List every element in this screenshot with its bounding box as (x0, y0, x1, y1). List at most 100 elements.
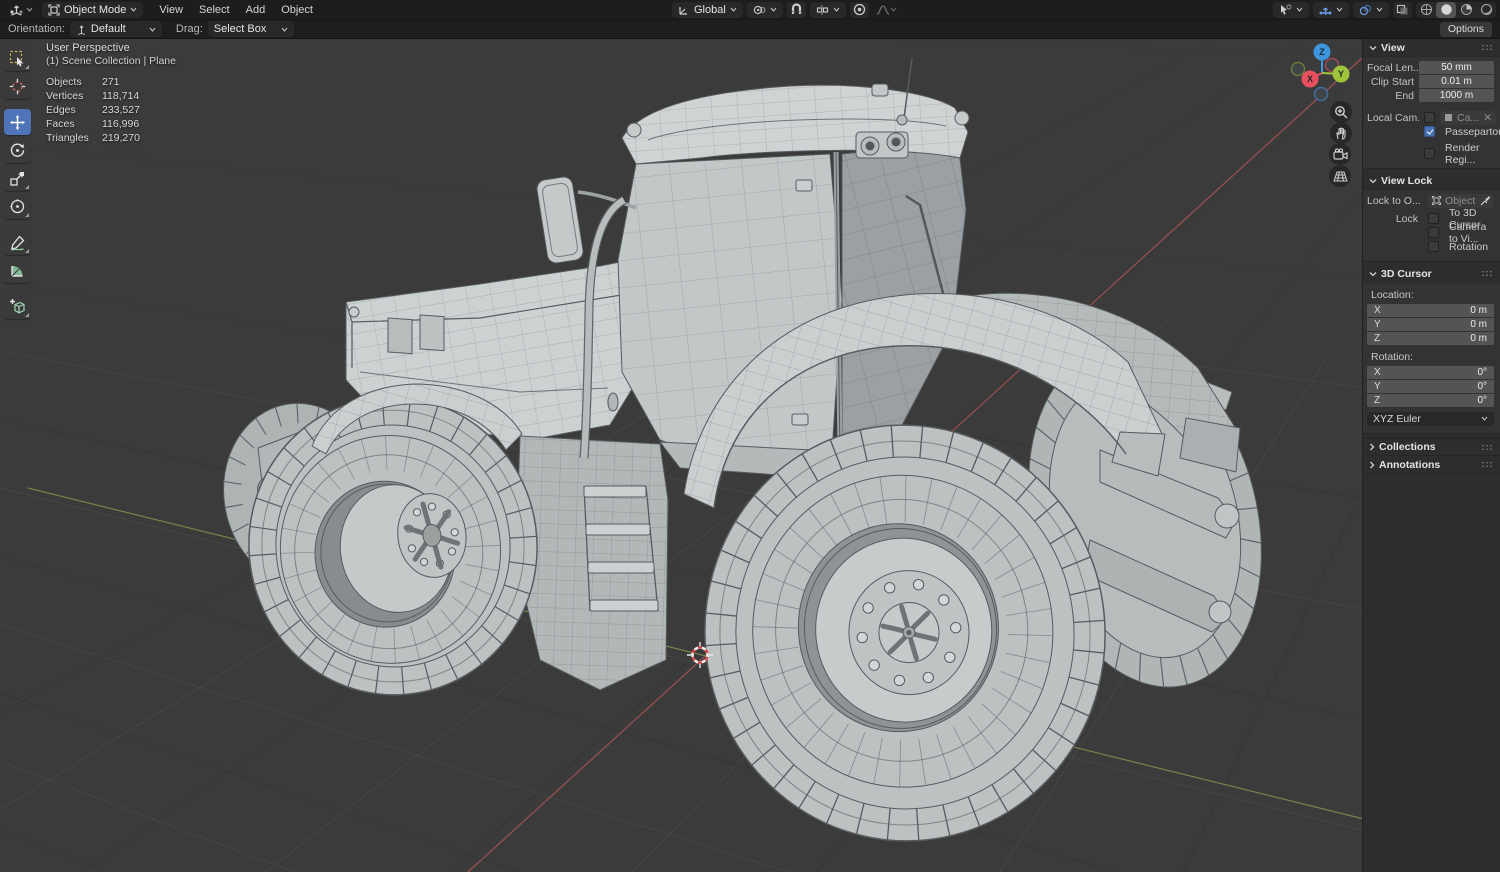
panel-header-view-lock[interactable]: View Lock (1363, 172, 1500, 189)
lock-rotation-checkbox[interactable] (1428, 241, 1439, 252)
menu-object[interactable]: Object (273, 0, 321, 20)
tool-rotate[interactable] (4, 137, 31, 163)
navigation-gizmo[interactable]: Z X Y (1290, 40, 1358, 106)
material-preview-icon (1460, 4, 1472, 15)
cursor-location-z[interactable]: Z0 m (1367, 332, 1494, 345)
tool-shelf (4, 45, 31, 319)
clip-start-field[interactable]: 0.01 m (1419, 75, 1494, 88)
local-camera-label: Local Cam... (1367, 111, 1419, 124)
cursor-rotation-y[interactable]: Y 0° (1367, 380, 1494, 393)
pan-button[interactable] (1330, 122, 1352, 144)
lock-to-object-field[interactable]: Object (1428, 193, 1494, 208)
panel-body-view: Focal Len... 50 mm Clip Start 0.01 m End… (1363, 56, 1500, 169)
cursor-rotation-label: Rotation: (1371, 351, 1414, 363)
local-camera-field[interactable]: Ca... ✕ (1440, 110, 1496, 125)
xray-toggle[interactable] (1393, 1, 1412, 18)
object-mode-icon (48, 3, 60, 16)
tool-orientation-dropdown[interactable]: Default (69, 21, 162, 37)
panel-expand-icon (1369, 45, 1377, 50)
tool-measure[interactable] (4, 257, 31, 283)
measure-protractor-icon (11, 265, 23, 277)
gizmos-dropdown[interactable] (1313, 1, 1349, 18)
panel-grip-icon[interactable] (1481, 461, 1494, 468)
options-button[interactable]: Options (1439, 21, 1492, 37)
editor-type-button[interactable] (6, 2, 36, 18)
transform-orientation-dropdown[interactable]: Global (672, 1, 743, 18)
3d-viewport-editor-icon (10, 5, 23, 16)
wireframe-shading-icon (1420, 3, 1432, 16)
gizmo-icon (1319, 7, 1332, 15)
focal-length-field[interactable]: 50 mm (1419, 61, 1494, 74)
perspective-toggle-button[interactable] (1329, 165, 1351, 187)
camera-to-view-checkbox[interactable] (1428, 227, 1439, 238)
mode-dropdown[interactable]: Object Mode (42, 1, 144, 18)
drag-mode-dropdown[interactable]: Select Box (207, 21, 294, 37)
proportional-falloff-dropdown[interactable] (873, 2, 900, 18)
snap-target-dropdown[interactable] (809, 1, 846, 18)
stat-row: Faces 116,996 (46, 118, 140, 130)
shading-wireframe-button[interactable] (1416, 2, 1436, 18)
panel-grip-icon[interactable] (1481, 443, 1494, 451)
render-region-checkbox[interactable] (1424, 148, 1435, 159)
chevron-down-icon (1481, 416, 1488, 421)
clip-end-label: End (1395, 89, 1414, 102)
chevron-down-icon (281, 27, 288, 32)
panel-grip-icon[interactable] (1481, 44, 1494, 51)
snap-magnet-icon (791, 3, 801, 14)
eyedropper-icon[interactable] (1480, 195, 1490, 206)
axis-y-label: Y (1338, 69, 1344, 79)
chevron-down-icon (130, 7, 137, 12)
add-cube-icon (9, 298, 25, 313)
panel-header-3d-cursor[interactable]: 3D Cursor (1363, 265, 1500, 282)
menu-bar: View Select Add Object (151, 0, 321, 20)
zoom-button[interactable] (1330, 101, 1352, 123)
panel-grip-icon[interactable] (1481, 270, 1494, 277)
tool-select-box[interactable] (4, 45, 31, 71)
proportional-editing-toggle[interactable] (849, 1, 869, 18)
cursor-location-y[interactable]: Y0 m (1367, 318, 1494, 331)
shading-material-button[interactable] (1456, 2, 1476, 18)
panel-title: 3D Cursor (1381, 267, 1432, 280)
axis-neg-z-ball[interactable] (1313, 86, 1329, 102)
chevron-down-icon (149, 27, 156, 32)
passepartout-checkbox[interactable] (1424, 126, 1435, 137)
tool-add-cube[interactable] (4, 293, 31, 319)
viewport-canvas[interactable] (0, 0, 1500, 872)
camera-view-button[interactable] (1329, 143, 1351, 165)
object-visibility-dropdown[interactable] (1273, 1, 1309, 18)
pivot-point-dropdown[interactable] (746, 1, 783, 18)
lock-to-3d-cursor-checkbox[interactable] (1428, 213, 1439, 224)
passepartout-label: Passepartout (1445, 125, 1500, 138)
chevron-down-icon (26, 7, 33, 12)
axis-neg-y-ball[interactable] (1290, 61, 1306, 77)
panel-body-view-lock: Lock to O... Object Lock To 3D Cursor Ca… (1363, 189, 1500, 262)
tool-scale[interactable] (4, 165, 31, 191)
snap-toggle[interactable] (786, 1, 806, 18)
rendered-shading-icon (1480, 3, 1492, 16)
tool-transform[interactable] (4, 193, 31, 219)
tool-cursor[interactable] (4, 73, 31, 99)
overlays-dropdown[interactable] (1353, 1, 1389, 18)
clip-end-field[interactable]: 1000 m (1419, 89, 1494, 102)
orientation-global-icon (679, 6, 687, 15)
cursor-rotation-z[interactable]: Z 0° (1367, 394, 1494, 407)
euler-mode-dropdown[interactable]: XYZ Euler (1367, 411, 1494, 426)
panel-expand-icon (1369, 271, 1377, 276)
clear-icon[interactable]: ✕ (1483, 112, 1492, 124)
panel-header-collections[interactable]: Collections (1363, 438, 1500, 456)
menu-select[interactable]: Select (191, 0, 238, 20)
local-camera-checkbox[interactable] (1424, 112, 1435, 123)
tool-move[interactable] (4, 109, 31, 135)
cursor-location-x[interactable]: X0 m (1367, 304, 1494, 317)
falloff-curve-icon (876, 4, 890, 15)
menu-view[interactable]: View (151, 0, 191, 20)
cursor-rotation-x[interactable]: X 0° (1367, 366, 1494, 379)
annotate-pen-icon (10, 235, 25, 251)
shading-solid-button[interactable] (1436, 1, 1456, 18)
menu-add[interactable]: Add (238, 0, 274, 20)
stat-row: Edges 233,527 (46, 104, 140, 116)
panel-header-view[interactable]: View (1363, 39, 1500, 56)
panel-header-annotations[interactable]: Annotations (1363, 456, 1500, 474)
tool-annotate[interactable] (4, 229, 31, 255)
shading-rendered-button[interactable] (1476, 2, 1496, 18)
